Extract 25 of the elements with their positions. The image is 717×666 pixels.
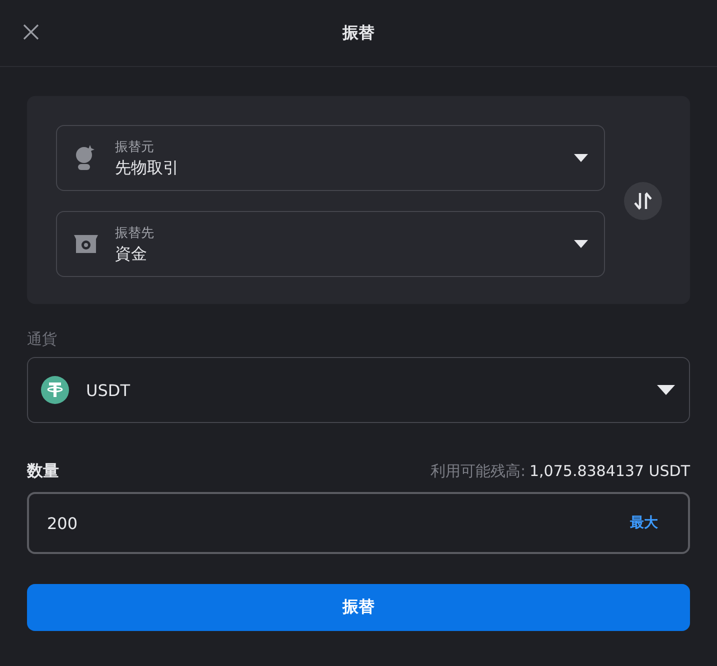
caret-icon	[657, 385, 675, 395]
account-value: 資金	[115, 244, 148, 264]
account-select[interactable]: 振替先 資金	[56, 211, 605, 277]
account-label: 振替先	[115, 224, 155, 242]
account-value: 先物取引	[115, 158, 180, 178]
swap-arrows-icon	[634, 191, 652, 211]
amount-field[interactable]: 200 最大	[27, 492, 690, 554]
currency-select[interactable]: USDT	[27, 357, 690, 423]
safe-icon	[72, 234, 100, 254]
max-button[interactable]: 最大	[630, 514, 658, 532]
caret-icon	[574, 154, 588, 162]
account-label: 振替元	[115, 138, 155, 156]
caret-icon	[574, 240, 588, 248]
transfer-button[interactable]: 振替	[27, 584, 690, 631]
dialog-title: 振替	[342, 22, 374, 44]
currency-label: 通貨	[27, 330, 58, 349]
close-icon	[23, 24, 39, 40]
currency-value: USDT	[86, 380, 131, 400]
coin-icon	[41, 376, 69, 404]
close-button[interactable]	[23, 24, 39, 40]
amount-label: 数量	[27, 461, 59, 482]
balance-label: 利用可能残高:	[430, 462, 526, 481]
swap-button[interactable]	[624, 182, 662, 220]
balance-value: 1,075.8384137 USDT	[530, 462, 690, 481]
account-select[interactable]: 振替元 先物取引	[56, 125, 605, 191]
